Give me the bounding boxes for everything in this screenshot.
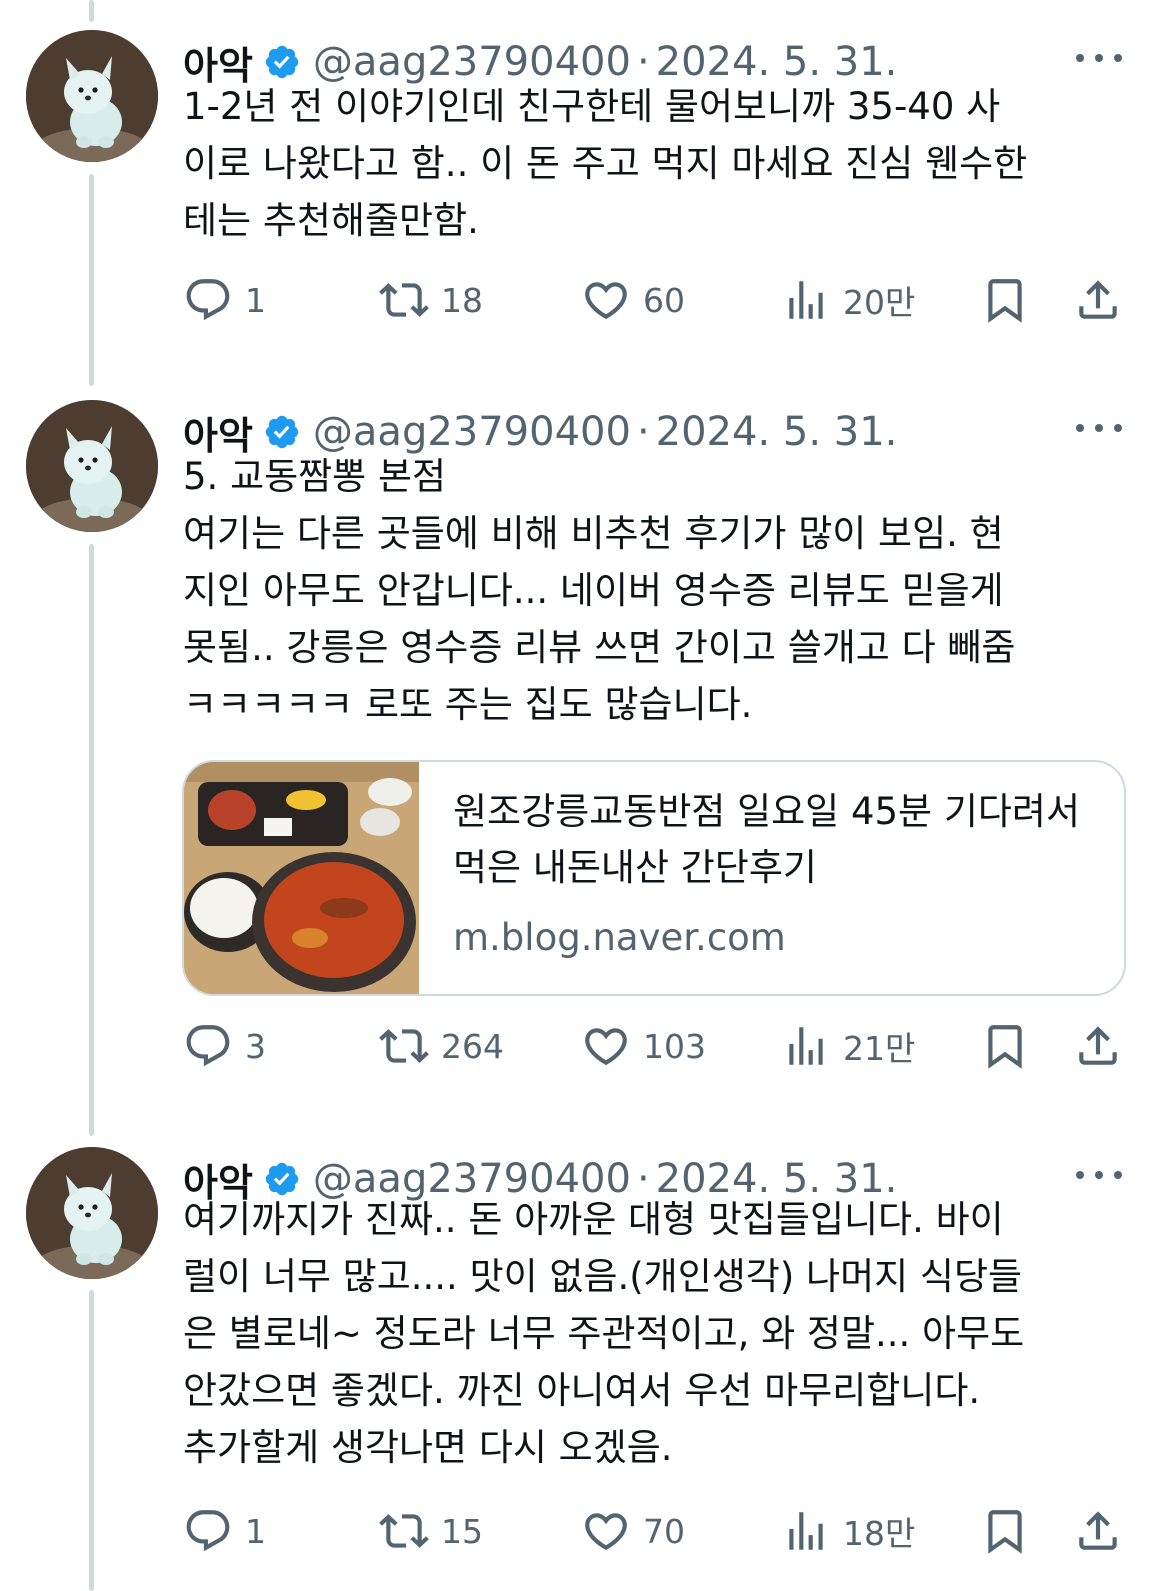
like-button[interactable]: 60 [581,270,685,330]
reply-button[interactable]: 3 [183,1016,266,1076]
link-preview-text: 원조강릉교동반점 일요일 45분 기다려서 먹은 내돈내산 간단후기 m.blo… [419,762,1093,994]
more-options-icon[interactable] [1076,418,1122,438]
white-dog-plush-avatar-image [26,400,158,532]
like-count: 103 [643,1026,706,1066]
verified-badge-icon [265,45,299,79]
like-icon [585,282,627,320]
thread-line [89,0,94,22]
retweet-button[interactable]: 15 [379,1501,483,1561]
tweet-text: 5. 교동짬뽕 본점 여기는 다른 곳들에 비해 비추천 후기가 많이 보임. … [183,455,1016,726]
avatar[interactable] [26,1147,158,1279]
reply-count: 1 [245,280,266,320]
link-preview-card[interactable]: 원조강릉교동반점 일요일 45분 기다려서 먹은 내돈내산 간단후기 m.blo… [182,760,1126,996]
share-icon [1079,1511,1117,1550]
views-button[interactable]: 18만 [781,1501,915,1561]
share-button[interactable] [1073,1016,1123,1076]
tweet-actions: 3 264 103 21만 [183,1016,1123,1076]
reply-count: 3 [245,1026,266,1066]
share-icon [1079,1026,1117,1065]
reply-icon [186,279,230,321]
more-options-icon[interactable] [1076,48,1122,68]
verified-badge-icon [265,415,299,449]
views-icon [789,1512,823,1550]
reply-button[interactable]: 1 [183,1501,266,1561]
thread-line [89,1290,94,1591]
retweet-count: 264 [441,1026,504,1066]
like-button[interactable]: 103 [581,1016,706,1076]
retweet-icon [379,283,429,317]
views-button[interactable]: 20만 [781,270,915,330]
share-button[interactable] [1073,1501,1123,1561]
like-button[interactable]: 70 [581,1501,685,1561]
avatar[interactable] [26,30,158,162]
bookmark-icon [988,1025,1022,1069]
bookmark-button[interactable] [980,1016,1030,1076]
avatar[interactable] [26,400,158,532]
thread-line [89,174,94,386]
retweet-icon [379,1514,429,1548]
link-preview-domain[interactable]: m.blog.naver.com [453,910,1093,966]
bookmark-icon [988,279,1022,323]
white-dog-plush-avatar-image [26,30,158,162]
views-button[interactable]: 21만 [781,1016,915,1076]
link-preview-image [184,762,419,994]
views-icon [789,281,823,319]
views-icon [789,1027,823,1065]
like-count: 70 [643,1511,685,1551]
bookmark-icon [988,1510,1022,1554]
reply-count: 1 [245,1511,266,1551]
views-count: 20만 [843,283,916,322]
like-icon [585,1513,627,1551]
retweet-button[interactable]: 264 [379,1016,504,1076]
reply-button[interactable]: 1 [183,270,266,330]
share-icon [1079,280,1117,319]
link-preview-title[interactable]: 원조강릉교동반점 일요일 45분 기다려서 먹은 내돈내산 간단후기 [453,784,1093,896]
retweet-button[interactable]: 18 [379,270,483,330]
tweet-actions: 1 15 70 18만 [183,1501,1123,1561]
tweet-text: 1-2년 전 이야기인데 친구한테 물어보니까 35-40 사 이로 나왔다고 … [183,85,1028,242]
views-count: 21만 [843,1029,916,1068]
share-button[interactable] [1073,270,1123,330]
tweet-thread: 아악 @aag23790400 · 2024. 5. 31. 1-2년 전 이야… [0,0,1170,1591]
bookmark-button[interactable] [980,1501,1030,1561]
like-icon [585,1028,627,1066]
like-count: 60 [643,280,685,320]
retweet-count: 18 [441,280,483,320]
reply-icon [186,1025,230,1067]
views-count: 18만 [843,1514,916,1553]
tweet-text: 여기까지가 진짜.. 돈 아까운 대형 맛집들입니다. 바이 럴이 너무 많고.… [183,1198,1025,1469]
retweet-count: 15 [441,1511,483,1551]
thread-line [89,544,94,1136]
food-photo-image [184,762,419,994]
bookmark-button[interactable] [980,270,1030,330]
tweet-actions: 1 18 60 20만 [183,270,1123,330]
retweet-icon [379,1029,429,1063]
reply-icon [186,1510,230,1552]
white-dog-plush-avatar-image [26,1147,158,1279]
more-options-icon[interactable] [1076,1165,1122,1185]
